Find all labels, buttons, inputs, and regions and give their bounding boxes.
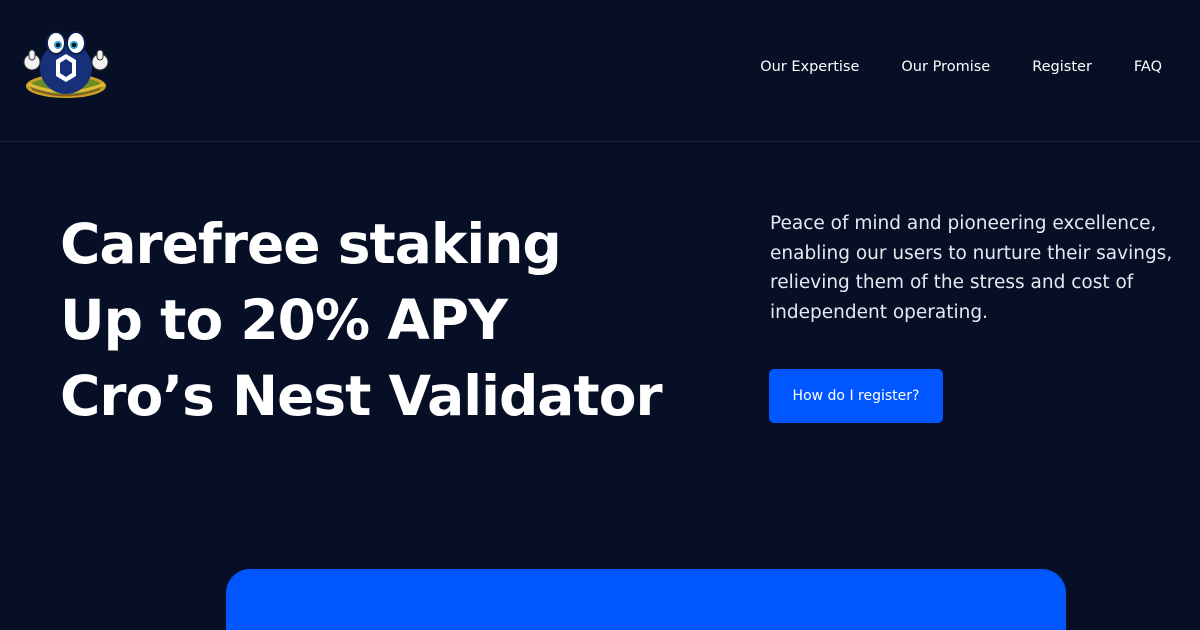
nav-faq[interactable]: FAQ: [1134, 58, 1162, 76]
site-header: Our Expertise Our Promise Register FAQ: [0, 0, 1200, 142]
home-logo-link[interactable]: [22, 26, 110, 102]
nav-our-promise[interactable]: Our Promise: [901, 58, 990, 76]
nest-mascot-logo-icon: [23, 31, 109, 98]
hero-title-line-1: Carefree staking: [60, 212, 562, 276]
hero-title-line-2: Up to 20% APY: [60, 288, 508, 352]
hero-title-line-3: Cro’s Nest Validator: [60, 364, 663, 428]
nav-our-expertise[interactable]: Our Expertise: [760, 58, 859, 76]
nav-register[interactable]: Register: [1032, 58, 1092, 76]
landing-page: Our Expertise Our Promise Register FAQ C…: [0, 0, 1200, 630]
hero-title: Carefree staking Up to 20% APY Cro’s Nes…: [60, 206, 750, 434]
feature-panel: [226, 569, 1066, 630]
register-cta-button[interactable]: How do I register?: [769, 369, 943, 423]
hero-description: Peace of mind and pioneering excellence,…: [770, 213, 1173, 323]
main-nav: Our Expertise Our Promise Register FAQ: [760, 58, 1162, 76]
